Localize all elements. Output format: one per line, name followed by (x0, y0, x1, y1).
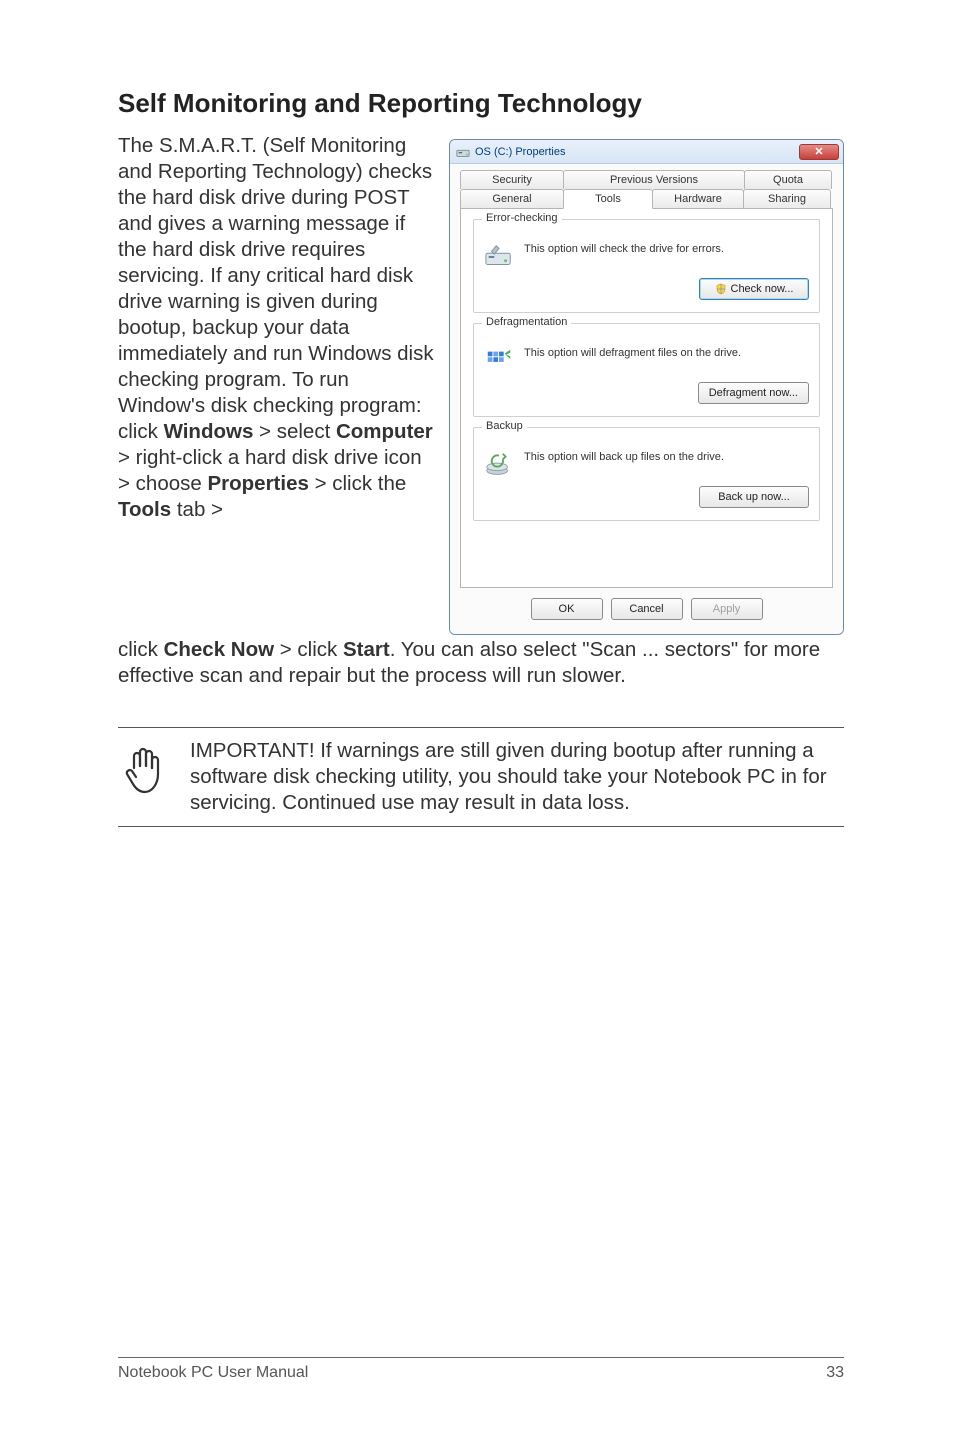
defragment-now-label: Defragment now... (709, 387, 798, 399)
defragment-now-button[interactable]: Defragment now... (698, 382, 809, 404)
check-now-label: Check now... (731, 283, 794, 295)
footer-page-number: 33 (826, 1364, 844, 1382)
tab-general[interactable]: General (460, 189, 564, 208)
check-now-button[interactable]: Check now... (699, 278, 809, 300)
dialog-title: OS (C:) Properties (475, 146, 565, 158)
body-paragraph-2: click Check Now > click Start. You can a… (118, 637, 844, 689)
important-note: IMPORTANT! If warnings are still given d… (118, 727, 844, 827)
defragment-icon (484, 346, 514, 372)
tab-security[interactable]: Security (460, 170, 564, 189)
error-check-text: This option will check the drive for err… (524, 242, 724, 256)
note-text: IMPORTANT! If warnings are still given d… (190, 738, 844, 816)
defragment-text: This option will defragment files on the… (524, 346, 741, 360)
tab-sharing[interactable]: Sharing (743, 189, 831, 208)
groupbox-backup: Backup This option will back up files on… (473, 427, 820, 521)
tab-hardware[interactable]: Hardware (652, 189, 744, 208)
apply-button[interactable]: Apply (691, 598, 763, 620)
shield-icon (715, 283, 727, 295)
error-check-icon (484, 242, 514, 268)
drive-icon (456, 145, 470, 159)
ok-button[interactable]: OK (531, 598, 603, 620)
tab-quota[interactable]: Quota (744, 170, 832, 189)
cancel-button[interactable]: Cancel (611, 598, 683, 620)
close-button[interactable]: ✕ (799, 144, 839, 160)
back-up-now-button[interactable]: Back up now... (699, 486, 809, 508)
properties-dialog-screenshot: OS (C:) Properties ✕ Security Previous V… (449, 139, 844, 635)
body-paragraph-1: The S.M.A.R.T. (Self Monitoring and Repo… (118, 133, 439, 523)
groupbox-defragmentation: Defragmentation This option will d (473, 323, 820, 417)
close-icon: ✕ (814, 145, 823, 158)
tab-tools[interactable]: Tools (563, 189, 653, 209)
dialog-titlebar: OS (C:) Properties ✕ (450, 140, 843, 164)
groupbox-error-checking: Error-checking This option will check th… (473, 219, 820, 313)
back-up-now-label: Back up now... (718, 491, 790, 503)
footer-left: Notebook PC User Manual (118, 1364, 308, 1382)
section-heading: Self Monitoring and Reporting Technology (118, 88, 844, 119)
groupbox-title: Error-checking (482, 212, 562, 224)
hand-stop-icon (122, 742, 168, 803)
backup-icon (484, 450, 514, 476)
tab-previous-versions[interactable]: Previous Versions (563, 170, 745, 189)
backup-text: This option will back up files on the dr… (524, 450, 724, 464)
groupbox-title: Defragmentation (482, 316, 571, 328)
groupbox-title: Backup (482, 420, 527, 432)
